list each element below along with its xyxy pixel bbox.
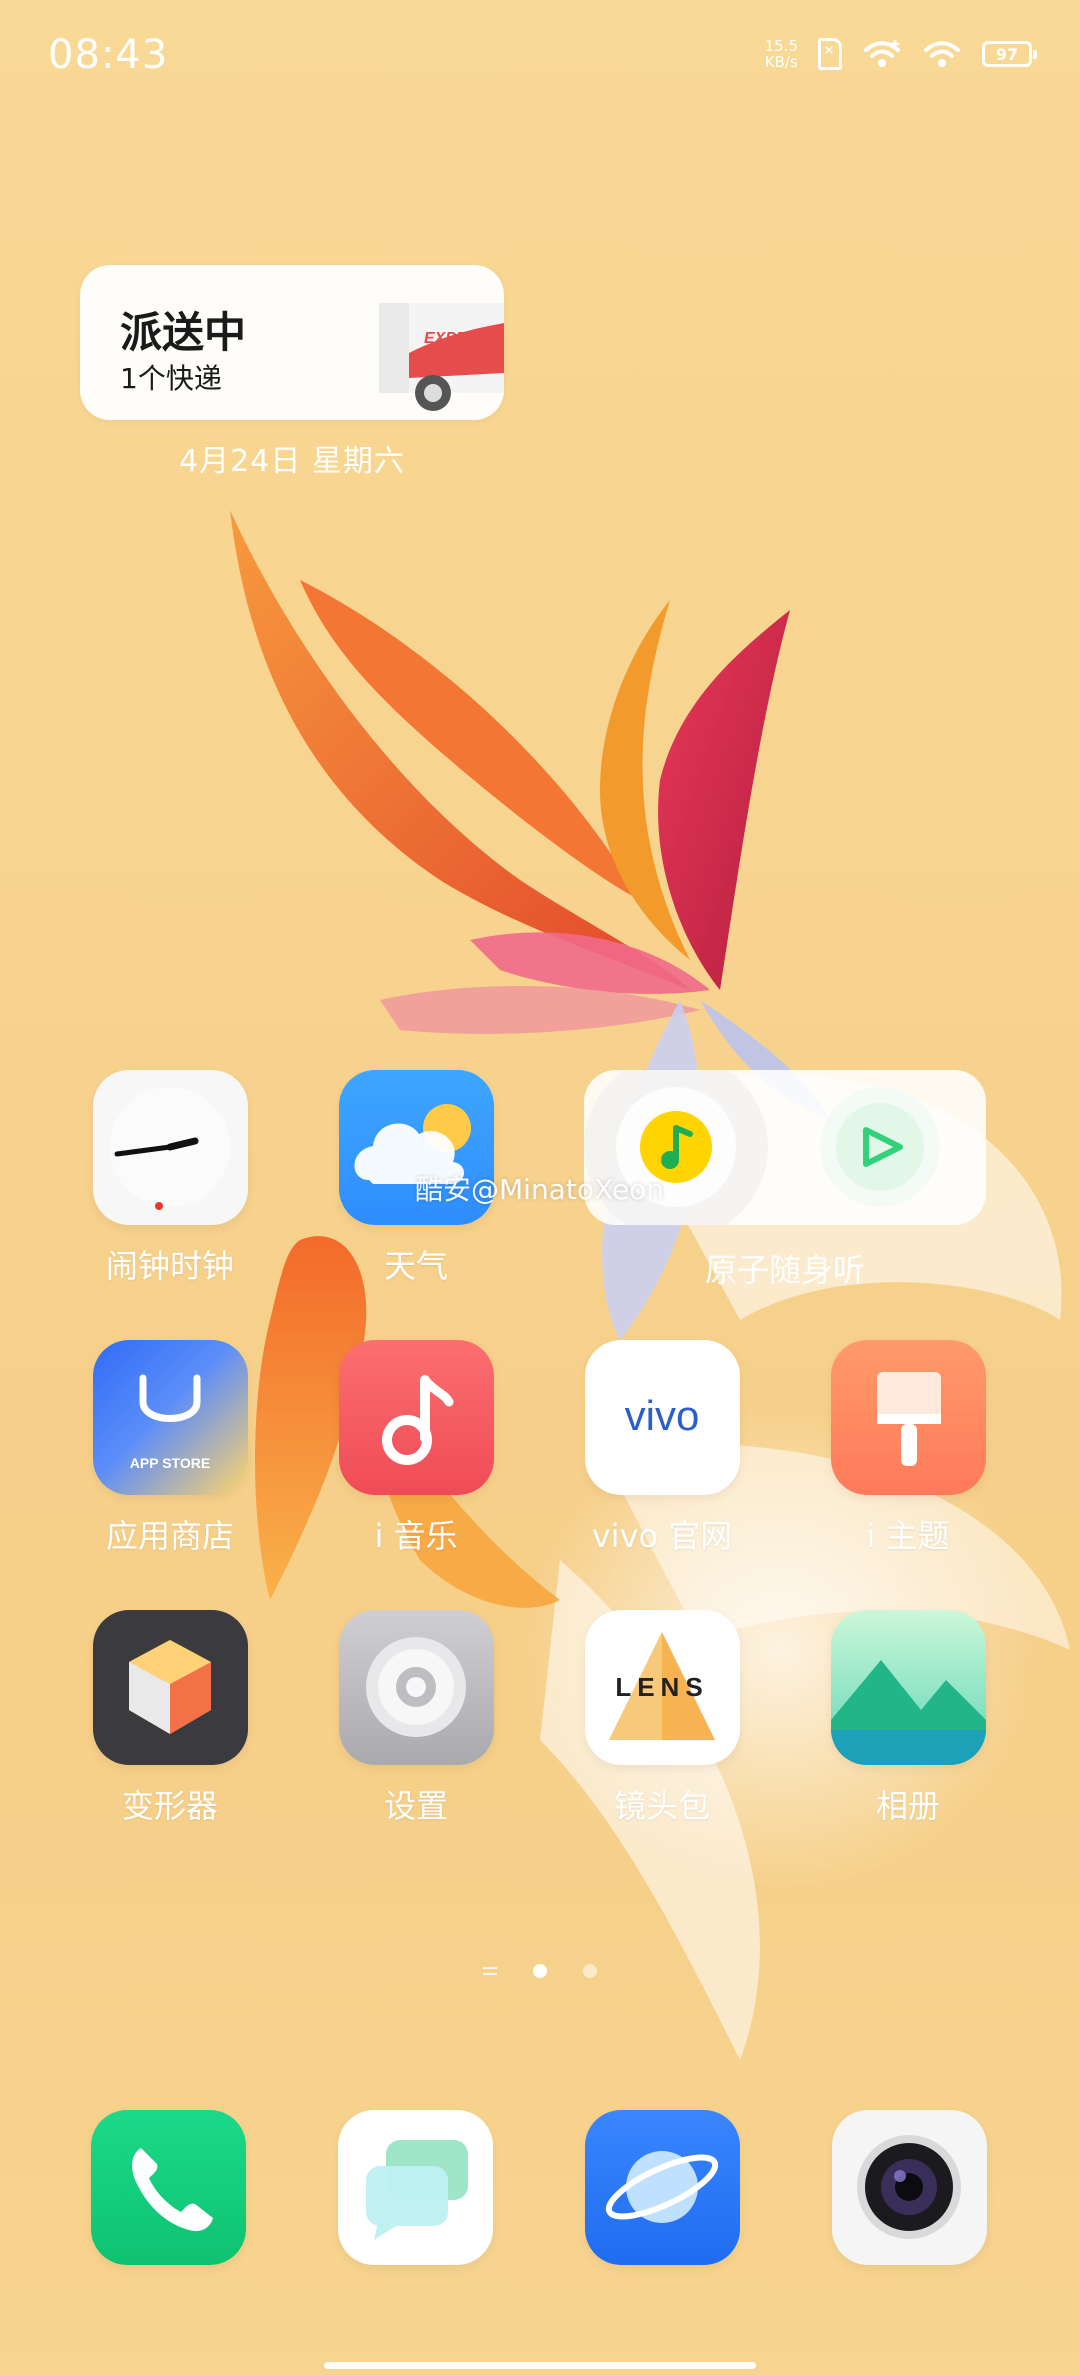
app-label: 应用商店: [105, 1517, 234, 1555]
music-note-icon: [338, 1340, 494, 1495]
battery-level: 97: [995, 44, 1019, 64]
dock-phone[interactable]: [91, 2110, 246, 2265]
dock-messages[interactable]: [338, 2110, 493, 2265]
delivery-truck-icon: EXPRESS: [379, 303, 504, 411]
app-label: 变形器: [121, 1787, 218, 1825]
truck-express-text: EXPRESS: [424, 330, 500, 347]
app-store-icon-text: APP STORE: [129, 1455, 209, 1471]
app-settings[interactable]: 设置: [316, 1610, 516, 1827]
phone-icon: [132, 2148, 213, 2232]
home-indicator[interactable]: [324, 2362, 756, 2369]
status-time: 08:43: [48, 32, 169, 78]
app-store-icon: APP STORE: [92, 1340, 248, 1495]
app-clock[interactable]: 闹钟时钟: [70, 1070, 270, 1287]
minus-one-page-icon[interactable]: [483, 1967, 497, 1975]
status-icons: 15.5 KB/s 97: [765, 38, 1037, 70]
express-delivery-widget[interactable]: 派送中 1个快递 EXPRESS: [80, 265, 504, 420]
app-label: 相册: [875, 1787, 940, 1825]
network-speed: 15.5 KB/s: [765, 38, 798, 70]
date-label: 4月24日 星期六: [179, 444, 405, 479]
wifi-plus-icon: [864, 40, 900, 67]
no-sim-icon: [818, 38, 842, 70]
page-dot-2[interactable]: [583, 1964, 597, 1978]
page-dot-1[interactable]: [533, 1964, 547, 1978]
app-transformer[interactable]: 变形器: [70, 1610, 270, 1827]
page-indicator[interactable]: [0, 1964, 1080, 1978]
app-i-theme[interactable]: i 主题: [808, 1340, 1008, 1557]
network-speed-unit: KB/s: [764, 53, 798, 71]
app-label: 天气: [383, 1247, 448, 1285]
watermark-text: 酷安@MinatoXeon: [415, 1173, 664, 1206]
app-label: i 主题: [866, 1517, 950, 1555]
dock-camera[interactable]: [832, 2110, 987, 2265]
camera-icon: [857, 2135, 961, 2239]
lens-icon-text: LENS: [615, 1672, 708, 1702]
app-i-music[interactable]: i 音乐: [316, 1340, 516, 1557]
wifi-icon: [924, 41, 960, 67]
app-vivo-site[interactable]: vivo vivo 官网: [562, 1340, 762, 1557]
app-label: i 音乐: [374, 1517, 458, 1555]
lens-icon: LENS: [584, 1610, 740, 1765]
battery-icon: 97: [982, 41, 1037, 67]
express-count: 1个快递: [120, 362, 222, 395]
network-speed-value: 15.5: [764, 37, 798, 55]
clock-icon: [92, 1070, 248, 1225]
browser-icon: [605, 2151, 719, 2223]
app-lens[interactable]: LENS 镜头包: [562, 1610, 762, 1827]
app-label: 设置: [383, 1787, 448, 1825]
app-label: 镜头包: [613, 1787, 710, 1825]
music-widget-label: 原子随身听: [704, 1251, 865, 1289]
dock-browser[interactable]: [585, 2110, 740, 2265]
vivo-logo-icon: vivo: [584, 1340, 740, 1495]
status-bar: 08:43 15.5 KB/s 97: [0, 0, 1080, 110]
express-status-title: 派送中: [120, 308, 247, 357]
gear-icon: [338, 1610, 494, 1765]
app-label: 闹钟时钟: [105, 1247, 234, 1285]
mountain-photo-icon: [830, 1610, 986, 1765]
messages-icon: [366, 2140, 468, 2240]
app-label: vivo 官网: [591, 1517, 733, 1555]
app-app-store[interactable]: APP STORE 应用商店: [70, 1340, 270, 1557]
cube-icon: [92, 1610, 248, 1765]
app-gallery[interactable]: 相册: [808, 1610, 1008, 1827]
vivo-logo-text: vivo: [624, 1392, 699, 1439]
paintbrush-icon: [830, 1340, 986, 1495]
